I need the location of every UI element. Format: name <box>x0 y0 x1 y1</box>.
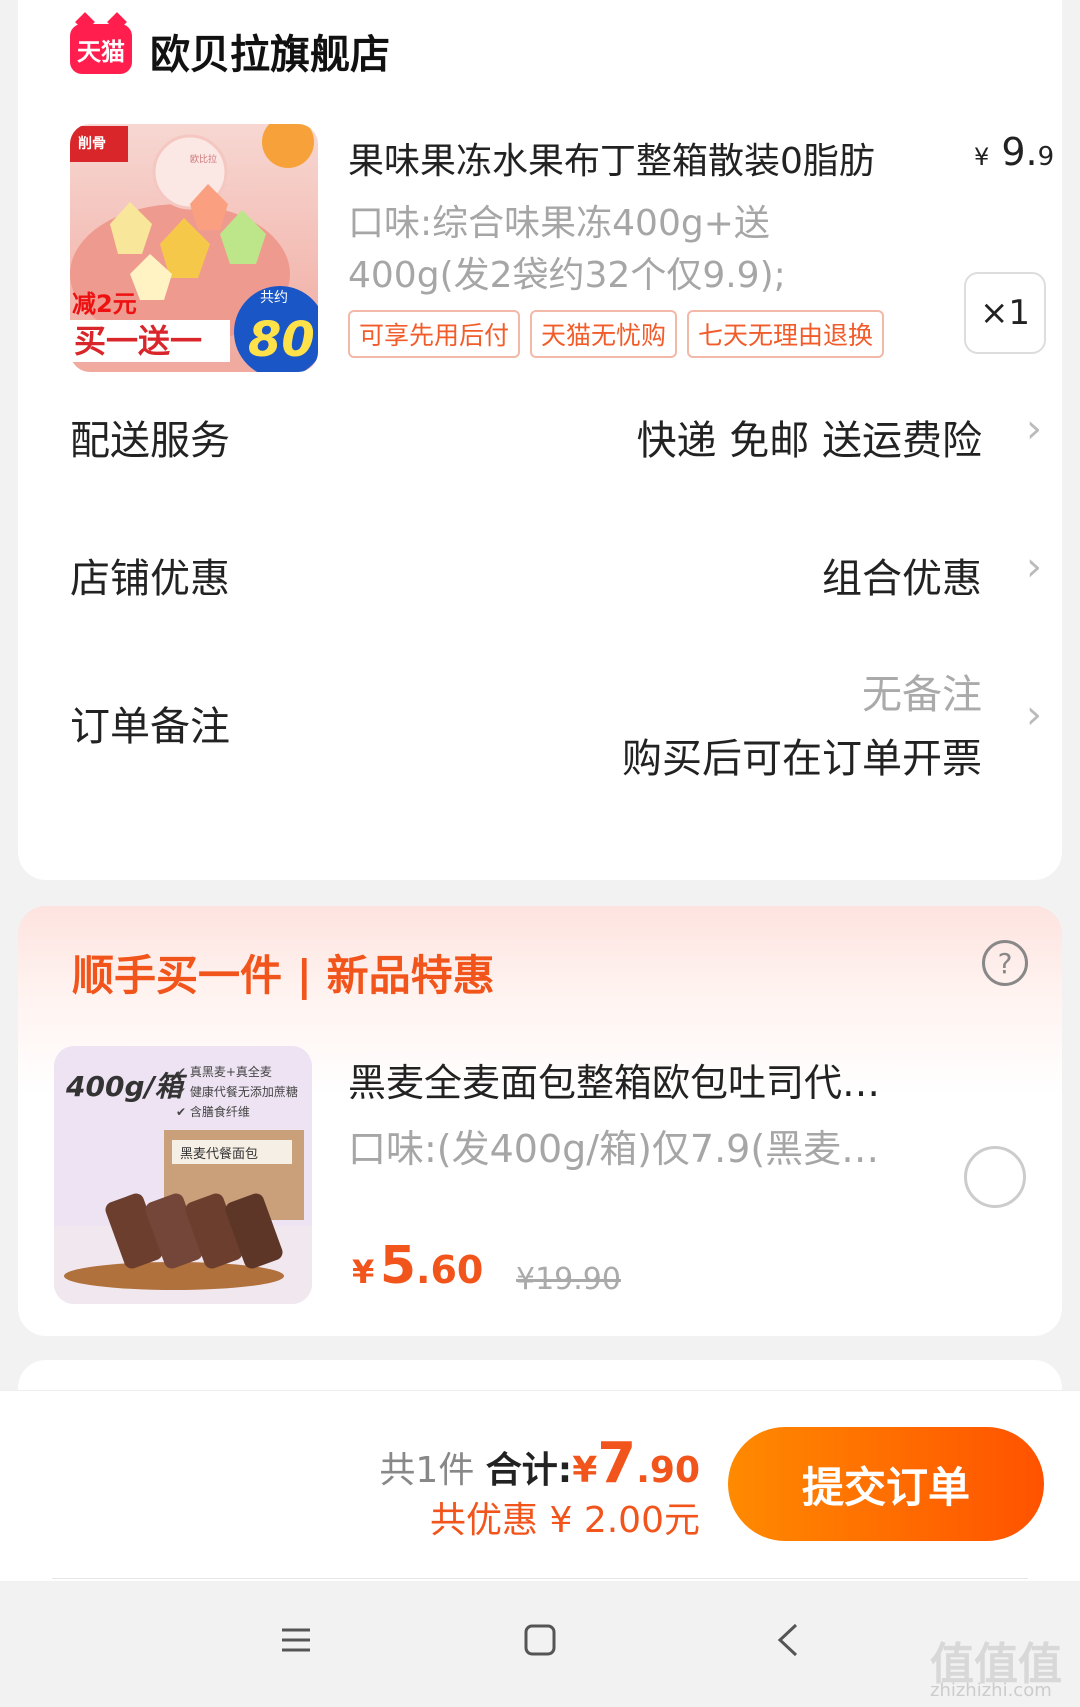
addon-price-int: 5 <box>379 1236 417 1296</box>
invoice-hint: 购买后可在订单开票 <box>622 736 982 782</box>
tag-pay-later: 可享先用后付 <box>348 310 521 358</box>
watermark-url: zhizhizhi.com <box>930 1680 1052 1701</box>
tag-tmall-worry-free: 天猫无忧购 <box>530 310 678 358</box>
product-image-promo1: 减2元 <box>72 290 137 318</box>
addon-image-box-label: 黑麦代餐面包 <box>180 1146 258 1162</box>
store-discount-label: 店铺优惠 <box>70 556 230 602</box>
store-order-card: 天猫 欧贝拉旗舰店 削骨 欧比拉 减2元 买一送一 共约 80 果味果冻水果布丁… <box>18 0 1062 880</box>
product-image-count: 80 <box>248 312 315 368</box>
tag-seven-day-return: 七天无理由退换 <box>687 310 885 358</box>
discount-total: 共优惠 ¥ 2.00元 <box>430 1500 700 1541</box>
total-dec: .90 <box>636 1450 700 1491</box>
total-summary: 共1件 合计:¥7.90 <box>379 1431 700 1496</box>
addon-image-check3: ✔ 含膳食纤维 <box>176 1104 250 1119</box>
addon-product-image[interactable]: 400g/箱 ✔ 真黑麦+真全麦 ✔ 健康代餐无添加蔗糖 ✔ 含膳食纤维 黑麦代… <box>54 1046 312 1304</box>
product-image-count-label: 共约 <box>260 290 288 306</box>
nav-divider <box>52 1578 1028 1579</box>
help-icon[interactable]: ? <box>982 940 1028 986</box>
home-icon[interactable] <box>500 1600 580 1680</box>
store-name[interactable]: 欧贝拉旗舰店 <box>150 22 390 80</box>
product-price: ¥ 9.9 <box>974 130 1054 174</box>
total-price: ¥7.90 <box>572 1431 700 1496</box>
total-label: 合计: <box>485 1450 573 1491</box>
addon-image-weight: 400g/箱 <box>65 1070 188 1103</box>
addon-select-checkbox[interactable] <box>964 1146 1026 1208</box>
product-image-brand: 欧比拉 <box>190 153 217 165</box>
product-image-badge-text: 削骨 <box>78 135 106 152</box>
total-symbol: ¥ <box>572 1450 598 1491</box>
item-count: 共1件 <box>379 1450 475 1491</box>
store-discount-value: 组合优惠 <box>822 556 982 602</box>
chevron-right-icon: › <box>1026 544 1042 590</box>
product-title[interactable]: 果味果冻水果布丁整箱散装0脂肪 <box>348 132 875 184</box>
addon-price-symbol: ¥ <box>352 1253 375 1291</box>
total-int: 7 <box>597 1431 637 1496</box>
service-tags: 可享先用后付 天猫无忧购 七天无理由退换 <box>348 310 885 358</box>
addon-image-check2: ✔ 健康代餐无添加蔗糖 <box>176 1084 298 1099</box>
quantity-selector[interactable]: ×1 <box>964 272 1046 354</box>
addon-product-title[interactable]: 黑麦全麦面包整箱欧包吐司代… <box>348 1052 880 1107</box>
addon-product-spec[interactable]: 口味:(发400g/箱)仅7.9(黑麦… <box>348 1118 879 1173</box>
product-image-promo2: 买一送一 <box>74 322 202 360</box>
tmall-logo-text: 天猫 <box>77 37 125 66</box>
submit-order-button[interactable]: 提交订单 <box>728 1427 1044 1541</box>
back-icon[interactable] <box>748 1600 828 1680</box>
addon-image-check2-text: 健康代餐无添加蔗糖 <box>190 1084 298 1099</box>
tmall-logo: 天猫 <box>70 24 132 74</box>
product-spec[interactable]: 口味:综合味果冻400g+送400g(发2袋约32个仅9.9); <box>348 198 848 302</box>
product-price-dec: 9 <box>1037 142 1055 172</box>
addon-price: ¥ 5.60 <box>352 1236 483 1296</box>
delivery-label: 配送服务 <box>70 418 230 464</box>
addon-price-dec: .60 <box>416 1248 484 1292</box>
product-price-symbol: ¥ <box>974 143 990 171</box>
product-image[interactable]: 削骨 欧比拉 减2元 买一送一 共约 80 <box>70 124 318 372</box>
product-price-int: 9. <box>1001 130 1038 174</box>
addon-original-price: ¥19.90 <box>516 1262 621 1297</box>
addon-card: 顺手买一件 | 新品特惠 ? 400g/箱 ✔ 真黑麦+真全麦 ✔ 健康代餐无添… <box>18 906 1062 1336</box>
checkout-bar: 共1件 合计:¥7.90 共优惠 ¥ 2.00元 提交订单 <box>0 1390 1080 1581</box>
chevron-right-icon: › <box>1026 692 1042 738</box>
addon-image-art: 400g/箱 ✔ 真黑麦+真全麦 ✔ 健康代餐无添加蔗糖 ✔ 含膳食纤维 黑麦代… <box>54 1046 312 1304</box>
store-card-body: 天猫 欧贝拉旗舰店 削骨 欧比拉 减2元 买一送一 共约 80 果味果冻水果布丁… <box>18 0 1062 880</box>
menu-icon[interactable] <box>256 1600 336 1680</box>
delivery-value: 快递 免邮 送运费险 <box>636 418 982 464</box>
addon-image-check3-text: 含膳食纤维 <box>190 1104 250 1119</box>
order-note-label: 订单备注 <box>70 704 230 750</box>
addon-image-check1: ✔ 真黑麦+真全麦 <box>176 1064 272 1079</box>
addon-title: 顺手买一件 | 新品特惠 <box>72 951 495 1000</box>
product-image-art: 削骨 欧比拉 减2元 买一送一 共约 80 <box>70 124 318 372</box>
addon-image-check1-text: 真黑麦+真全麦 <box>190 1064 272 1079</box>
order-note-value: 无备注 <box>862 672 982 718</box>
chevron-right-icon: › <box>1026 406 1042 452</box>
